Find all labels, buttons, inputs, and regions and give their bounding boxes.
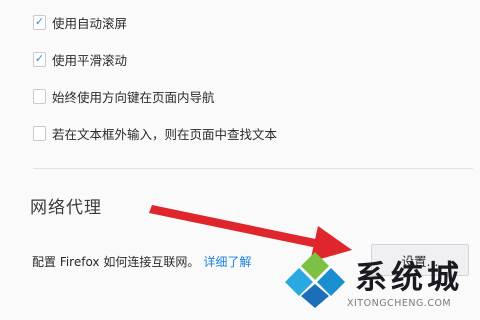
watermark-url: XITONGCHENG.COM (347, 298, 452, 309)
network-proxy-description: 配置 Firefox 如何连接互联网。 详细了解 (32, 253, 251, 270)
caret-browsing-checkbox[interactable] (33, 88, 46, 104)
option-smooth-scrolling[interactable]: ✓ 使用平滑滚动 (33, 49, 127, 69)
site-watermark: 系统城 XITONGCHENG.COM (285, 246, 477, 318)
smooth-scrolling-checkbox[interactable]: ✓ (33, 51, 46, 67)
autoscroll-label: 使用自动滚屏 (52, 15, 128, 31)
xitongcheng-logo-icon (285, 252, 345, 308)
learn-more-link[interactable]: 详细了解 (203, 255, 251, 269)
autoscroll-checkbox[interactable]: ✓ (33, 14, 46, 30)
network-proxy-title: 网络代理 (30, 198, 102, 218)
option-caret-browsing[interactable]: 始终使用方向键在页面内导航 (33, 86, 215, 106)
checkmark-icon: ✓ (34, 52, 45, 65)
firefox-preferences-page: ✓ 使用自动滚屏 ✓ 使用平滑滚动 始终使用方向键在页面内导航 若在文本框外输入… (0, 0, 480, 320)
option-autoscroll[interactable]: ✓ 使用自动滚屏 (33, 12, 127, 32)
caret-browsing-label: 始终使用方向键在页面内导航 (52, 89, 215, 105)
red-arrow-shaft (149, 205, 330, 250)
search-on-typing-checkbox[interactable] (33, 125, 46, 141)
section-divider (33, 168, 473, 169)
watermark-brand: 系统城 (355, 258, 464, 296)
smooth-scrolling-label: 使用平滑滚动 (52, 52, 128, 68)
checkmark-icon: ✓ (34, 15, 45, 28)
proxy-description-text: 配置 Firefox 如何连接互联网。 (32, 255, 200, 269)
search-on-typing-label: 若在文本框外输入，则在页面中查找文本 (52, 126, 278, 142)
option-search-on-typing[interactable]: 若在文本框外输入，则在页面中查找文本 (33, 123, 277, 143)
